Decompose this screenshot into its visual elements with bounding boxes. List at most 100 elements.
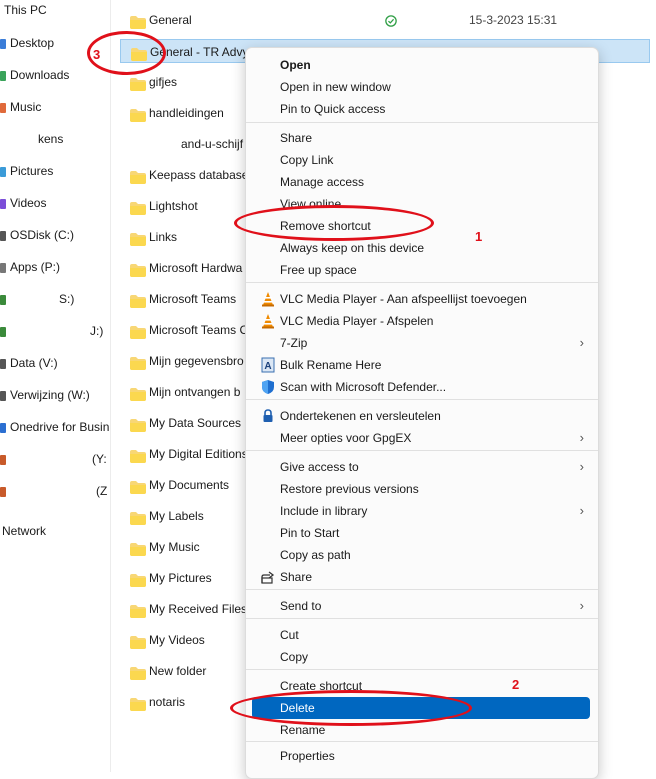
menu-item-label: Manage access (280, 175, 365, 189)
annotation-number-2: 2 (512, 677, 520, 692)
menu-item-label: Restore previous versions (280, 482, 419, 496)
folder-icon (130, 323, 146, 339)
nav-item-label: OSDisk (C:) (10, 228, 74, 242)
menu-item-copy-link[interactable]: Copy Link (252, 149, 590, 171)
menu-item-remove-shortcut[interactable]: Remove shortcut (252, 215, 590, 237)
menu-item-bulk-rename-here[interactable]: A Bulk Rename Here (252, 354, 590, 376)
drive-icon (0, 454, 6, 465)
folder-icon (130, 602, 146, 618)
menu-item-label: Delete (280, 701, 315, 715)
menu-item-copy-as-path[interactable]: Copy as path (252, 544, 590, 566)
menu-item-free-up-space[interactable]: Free up space (252, 259, 590, 281)
file-name: New folder (149, 664, 207, 678)
nav-item-pictures[interactable]: Pictures (0, 161, 53, 181)
nav-item-label: S:) (59, 292, 75, 306)
menu-item-give-access-to[interactable]: Give access to › (252, 456, 590, 478)
drive-icon (0, 422, 6, 433)
menu-item-meer-opties-voor-gpgex[interactable]: Meer opties voor GpgEX › (252, 427, 590, 449)
menu-item-rename[interactable]: Rename (252, 719, 590, 741)
share-icon (260, 569, 276, 585)
menu-separator (246, 741, 598, 742)
navigation-pane: This PC Desktop Downloads Music kens Pictures… (0, 0, 111, 772)
menu-item-include-in-library[interactable]: Include in library › (252, 500, 590, 522)
nav-item-onedrive-for-busin[interactable]: Onedrive for Busin (0, 417, 109, 437)
file-name: My Pictures (149, 571, 212, 585)
annotation-number-3: 3 (93, 47, 101, 62)
file-name: Mijn gegevensbro (149, 354, 244, 368)
menu-item-label: Open (280, 58, 311, 72)
menu-item-copy[interactable]: Copy (252, 646, 590, 668)
menu-item-scan-with-microsoft-defender[interactable]: Scan with Microsoft Defender... (252, 376, 590, 398)
menu-item-ondertekenen-en-versleutelen[interactable]: Ondertekenen en versleutelen (252, 405, 590, 427)
menu-item-properties[interactable]: Properties (252, 745, 590, 767)
menu-item-open[interactable]: Open (252, 54, 590, 76)
menu-item-restore-previous-versions[interactable]: Restore previous versions (252, 478, 590, 500)
menu-item-label: Properties (280, 749, 335, 763)
nav-item-label: J:) (90, 324, 104, 338)
file-name: and-u-schijf (181, 137, 244, 151)
menu-item-7-zip[interactable]: 7-Zip › (252, 332, 590, 354)
folder-icon (130, 695, 146, 711)
folder-icon (130, 540, 146, 556)
menu-item-label: Scan with Microsoft Defender... (280, 380, 447, 394)
file-name: My Videos (149, 633, 205, 647)
menu-item-label: Free up space (280, 263, 357, 277)
menu-item-vlc-media-player-aan-afspeellijst-toevoegen[interactable]: VLC Media Player - Aan afspeellijst toev… (252, 288, 590, 310)
menu-item-label: Pin to Start (280, 526, 340, 540)
nav-item-verwijzing-w[interactable]: Verwijzing (W:) (0, 385, 90, 405)
bulk-rename-icon: A (260, 357, 276, 373)
menu-item-label: Create shortcut (280, 679, 363, 693)
menu-item-always-keep-on-this-device[interactable]: Always keep on this device (252, 237, 590, 259)
nav-item-apps-p[interactable]: Apps (P:) (0, 257, 60, 277)
nav-item-data-v[interactable]: Data (V:) (0, 353, 58, 373)
file-name: gifjes (149, 75, 178, 89)
nav-item-osdisk-c[interactable]: OSDisk (C:) (0, 225, 74, 245)
menu-item-label: Cut (280, 628, 299, 642)
menu-item-send-to[interactable]: Send to › (252, 595, 590, 617)
file-name: Lightshot (149, 199, 198, 213)
menu-item-label: Share (280, 570, 313, 584)
menu-item-pin-to-quick-access[interactable]: Pin to Quick access (252, 98, 590, 120)
file-name: My Documents (149, 478, 230, 492)
nav-item-videos[interactable]: Videos (0, 193, 46, 213)
drive-icon (0, 326, 6, 337)
folder-icon (130, 509, 146, 525)
folder-icon (130, 664, 146, 680)
nav-item-label: (Y: (92, 452, 107, 466)
nav-item--y[interactable]: (Y: (0, 449, 107, 469)
folder-icon (130, 633, 146, 649)
chevron-right-icon: › (579, 335, 584, 350)
drive-icon (0, 486, 6, 497)
nav-item-music[interactable]: Music (0, 97, 41, 117)
nav-item-desktop[interactable]: Desktop (0, 33, 54, 53)
menu-item-delete[interactable]: Delete (252, 697, 590, 719)
nav-item-label: Music (10, 100, 42, 114)
nav-item-label: Network (2, 524, 47, 538)
nav-item-label: Onedrive for Busin (10, 420, 110, 434)
menu-item-open-in-new-window[interactable]: Open in new window (252, 76, 590, 98)
file-row[interactable]: General 15-3-2023 15:31 (120, 8, 650, 32)
menu-item-share[interactable]: Share (252, 127, 590, 149)
menu-item-view-online[interactable]: View online (252, 193, 590, 215)
folder-icon (130, 478, 146, 494)
menu-item-vlc-media-player-afspelen[interactable]: VLC Media Player - Afspelen (252, 310, 590, 332)
menu-item-manage-access[interactable]: Manage access (252, 171, 590, 193)
menu-item-cut[interactable]: Cut (252, 624, 590, 646)
menu-item-pin-to-start[interactable]: Pin to Start (252, 522, 590, 544)
menu-item-share[interactable]: Share (252, 566, 590, 588)
menu-item-create-shortcut[interactable]: Create shortcut (252, 675, 590, 697)
nav-item-label: Videos (10, 196, 47, 210)
folder-icon (130, 385, 146, 401)
nav-item-downloads[interactable]: Downloads (0, 65, 69, 85)
file-name: Microsoft Hardwa (149, 261, 243, 275)
nav-item-s[interactable]: S:) (0, 289, 74, 309)
menu-separator (246, 450, 598, 451)
folder-icon (130, 13, 146, 29)
context-menu: Open Open in new window Pin to Quick acces… (245, 47, 599, 779)
nav-item-label: Data (V:) (10, 356, 58, 370)
file-name: Mijn ontvangen b (149, 385, 241, 399)
nav-item--z[interactable]: (Z (0, 481, 107, 501)
nav-item-j[interactable]: J:) (0, 321, 103, 341)
menu-item-label: Bulk Rename Here (280, 358, 382, 372)
nav-item-label: Downloads (10, 68, 70, 82)
